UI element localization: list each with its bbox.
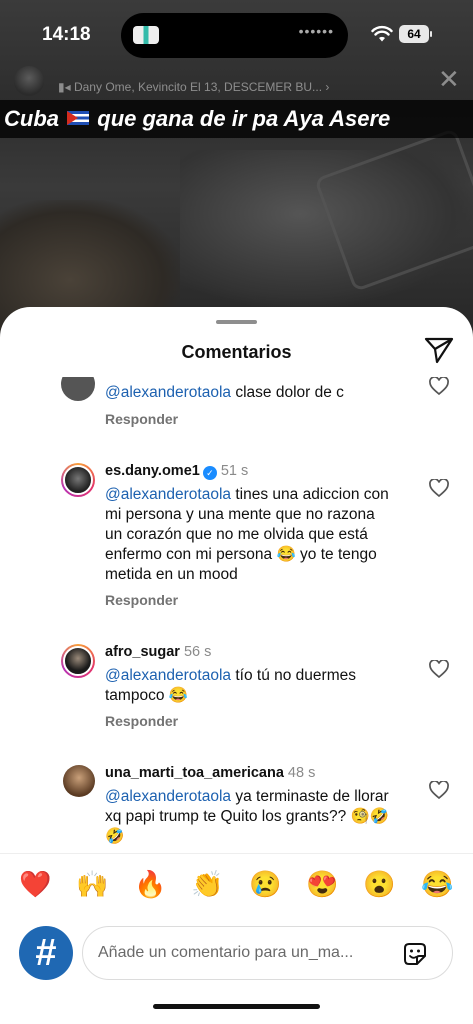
comment-user-line: una_marti_toa_americana 48 s	[105, 765, 315, 781]
heart-icon[interactable]	[429, 781, 449, 799]
avatar[interactable]	[63, 765, 95, 797]
caption-start: Cuba	[4, 106, 59, 131]
comment-username[interactable]: afro_sugar	[105, 644, 180, 660]
music-icon: ▮◂	[58, 80, 74, 94]
reaction-heart-eyes-icon[interactable]: 😍	[306, 868, 338, 900]
heart-icon[interactable]	[429, 377, 449, 395]
mention-link[interactable]: @alexanderotaola	[105, 486, 231, 503]
reaction-fire-icon[interactable]: 🔥	[134, 868, 166, 900]
story-music-label[interactable]: ▮◂ Dany Ome, Kevincito El 13, DESCEMER B…	[58, 80, 329, 94]
comment-time: 56 s	[183, 644, 212, 660]
comment-text: @alexanderotaola clase dolor de c	[105, 383, 395, 403]
cuba-flag-icon	[67, 111, 90, 125]
comments-sheet: Comentarios @alexanderotaola clase dolor…	[0, 307, 473, 1024]
story-header: ▮◂ Dany Ome, Kevincito El 13, DESCEMER B…	[0, 66, 473, 100]
mention-link[interactable]: @alexanderotaola	[105, 384, 231, 401]
caption-end: que gana de ir pa Aya Asere	[97, 106, 391, 131]
hashtag-logo-icon: #	[35, 932, 57, 974]
heart-icon[interactable]	[429, 660, 449, 678]
home-indicator[interactable]	[153, 1004, 320, 1009]
comment-user-line: es.dany.ome1 ✓ 51 s	[105, 463, 248, 480]
story-avatar[interactable]	[14, 66, 44, 96]
story-caption: Cuba que gana de ir pa Aya Asere	[0, 100, 473, 138]
comment-input-placeholder: Añade un comentario para un_ma...	[98, 944, 354, 961]
comment-input-row: # Añade un comentario para un_ma...	[0, 913, 473, 983]
avatar[interactable]	[61, 377, 95, 401]
sticker-icon[interactable]	[401, 940, 429, 968]
comment-user-line: afro_sugar 56 s	[105, 644, 211, 660]
heart-icon[interactable]	[429, 479, 449, 497]
reply-button[interactable]: Responder	[105, 713, 178, 729]
wifi-icon	[371, 25, 393, 42]
my-avatar[interactable]: #	[19, 926, 73, 980]
story-music-text: Dany Ome, Kevincito El 13, DESCEMER BU..…	[73, 80, 330, 94]
comment-text: @alexanderotaola tío tú no duermes tampo…	[105, 666, 395, 706]
reaction-raised-hands-icon[interactable]: 🙌	[76, 868, 108, 900]
comment-time: 48 s	[287, 765, 316, 781]
mention-link[interactable]: @alexanderotaola	[105, 788, 231, 805]
island-dots-icon: ••••••	[298, 23, 334, 39]
reply-button[interactable]: Responder	[105, 411, 178, 427]
verified-badge-icon: ✓	[202, 466, 217, 480]
sheet-title: Comentarios	[181, 342, 292, 362]
paper-plane-icon[interactable]	[424, 336, 454, 364]
reaction-clap-icon[interactable]: 👏	[191, 868, 223, 900]
comments-list[interactable]: @alexanderotaola clase dolor de c Respon…	[0, 377, 473, 853]
mention-link[interactable]: @alexanderotaola	[105, 667, 231, 684]
sheet-grabber[interactable]	[216, 320, 257, 324]
comment-text: @alexanderotaola ya terminaste de llorar…	[105, 787, 395, 847]
reaction-heart-icon[interactable]: ❤️	[19, 868, 51, 900]
dynamic-island: ••••••	[121, 13, 348, 58]
comment-username[interactable]: una_marti_toa_americana	[105, 765, 284, 781]
quick-reactions-bar: ❤️ 🙌 🔥 👏 😢 😍 😮 😂	[0, 853, 473, 913]
close-icon[interactable]: ✕	[438, 66, 464, 92]
avatar[interactable]	[61, 644, 95, 678]
island-app-icon	[133, 26, 159, 44]
reply-button[interactable]: Responder	[105, 592, 178, 608]
reaction-laughing-icon[interactable]: 😂	[421, 868, 453, 900]
status-time: 14:18	[42, 24, 91, 45]
status-bar: 14:18 •••••• 64	[0, 0, 473, 70]
comment-input[interactable]: Añade un comentario para un_ma...	[82, 926, 453, 980]
comment-body: clase dolor de c	[231, 384, 344, 401]
avatar[interactable]	[61, 463, 95, 497]
reaction-crying-icon[interactable]: 😢	[249, 868, 281, 900]
comment-username[interactable]: es.dany.ome1	[105, 463, 200, 479]
reaction-surprised-icon[interactable]: 😮	[363, 868, 395, 900]
story-caption-text: Cuba que gana de ir pa Aya Asere	[4, 106, 390, 132]
comment-time: 51 s	[220, 463, 249, 479]
battery-indicator: 64	[399, 25, 432, 43]
comment-text: @alexanderotaola tines una adiccion con …	[105, 485, 395, 585]
